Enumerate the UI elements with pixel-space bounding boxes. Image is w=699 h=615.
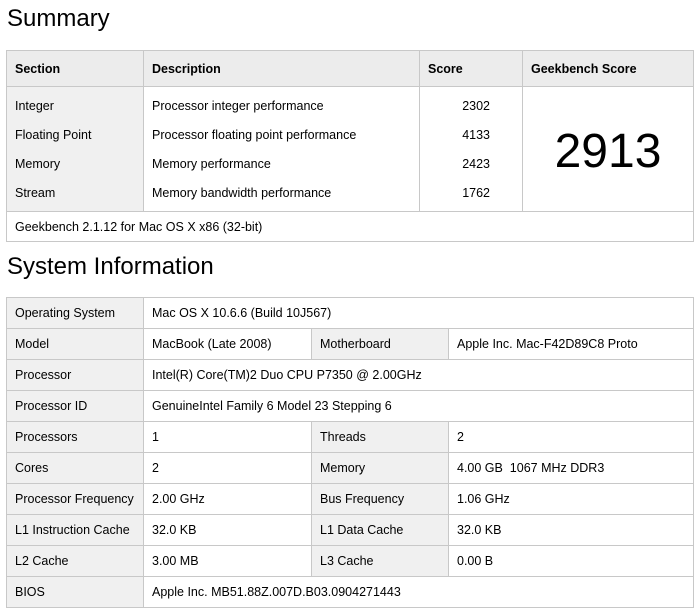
table-row: L1 Instruction Cache 32.0 KB L1 Data Cac… <box>6 514 695 546</box>
os-label: Operating System <box>6 297 144 329</box>
summary-heading: Summary <box>7 5 110 32</box>
bios-value: Apple Inc. MB51.88Z.007D.B03.0904271443 <box>142 576 695 608</box>
processor-label: Processor <box>6 359 144 391</box>
bios-label: BIOS <box>6 576 144 608</box>
table-row: BIOS Apple Inc. MB51.88Z.007D.B03.090427… <box>6 576 695 608</box>
score-column-header: Score <box>419 50 523 87</box>
os-value: Mac OS X 10.6.6 (Build 10J567) <box>142 297 695 329</box>
l2-cache-value: 3.00 MB <box>143 545 312 577</box>
l1-instruction-cache-value: 32.0 KB <box>143 514 312 546</box>
table-row: Model MacBook (Late 2008) Motherboard Ap… <box>6 328 695 360</box>
processors-label: Processors <box>6 421 144 453</box>
table-row: Processor ID GenuineIntel Family 6 Model… <box>6 390 695 422</box>
processor-frequency-label: Processor Frequency <box>6 483 144 515</box>
summary-header-row: Section Description Score Geekbench Scor… <box>6 50 694 87</box>
table-row: Processor Intel(R) Core(TM)2 Duo CPU P73… <box>6 359 695 391</box>
table-row: Processors 1 Threads 2 <box>6 421 695 453</box>
threads-value: 2 <box>447 421 695 453</box>
l1-data-cache-value: 32.0 KB <box>447 514 695 546</box>
l1-instruction-cache-label: L1 Instruction Cache <box>6 514 144 546</box>
cores-label: Cores <box>6 452 144 484</box>
processor-id-label: Processor ID <box>6 390 144 422</box>
bus-frequency-value: 1.06 GHz <box>447 483 695 515</box>
score-cell: 4133 <box>419 120 523 149</box>
memory-value: 4.00 GB 1067 MHz DDR3 <box>447 452 695 484</box>
system-information-heading: System Information <box>7 253 214 280</box>
score-cell: 1762 <box>419 178 523 212</box>
table-row: Operating System Mac OS X 10.6.6 (Build … <box>6 297 695 329</box>
description-cell: Memory bandwidth performance <box>143 178 420 212</box>
score-cell: 2423 <box>419 149 523 178</box>
table-row: Integer Processor integer performance 23… <box>6 86 694 212</box>
model-label: Model <box>6 328 144 360</box>
geekbench-version-note: Geekbench 2.1.12 for Mac OS X x86 (32-bi… <box>6 211 694 242</box>
section-cell: Floating Point <box>6 120 144 149</box>
table-row: L2 Cache 3.00 MB L3 Cache 0.00 B <box>6 545 695 577</box>
geekbench-score-column-header: Geekbench Score <box>522 50 694 87</box>
processors-value: 1 <box>143 421 312 453</box>
score-cell: 2302 <box>419 86 523 120</box>
system-information-table: Operating System Mac OS X 10.6.6 (Build … <box>6 297 695 608</box>
summary-footer-row: Geekbench 2.1.12 for Mac OS X x86 (32-bi… <box>6 211 694 242</box>
memory-label: Memory <box>311 452 449 484</box>
table-row: Processor Frequency 2.00 GHz Bus Frequen… <box>6 483 695 515</box>
section-column-header: Section <box>6 50 144 87</box>
table-row: Cores 2 Memory 4.00 GB 1067 MHz DDR3 <box>6 452 695 484</box>
cores-value: 2 <box>143 452 312 484</box>
section-cell: Integer <box>6 86 144 120</box>
processor-value: Intel(R) Core(TM)2 Duo CPU P7350 @ 2.00G… <box>142 359 695 391</box>
processor-id-value: GenuineIntel Family 6 Model 23 Stepping … <box>142 390 695 422</box>
bus-frequency-label: Bus Frequency <box>311 483 449 515</box>
processor-frequency-value: 2.00 GHz <box>143 483 312 515</box>
geekbench-score: 2913 <box>522 86 694 212</box>
summary-table: Section Description Score Geekbench Scor… <box>6 50 694 242</box>
model-value: MacBook (Late 2008) <box>143 328 312 360</box>
l1-data-cache-label: L1 Data Cache <box>311 514 449 546</box>
description-cell: Processor integer performance <box>143 86 420 120</box>
threads-label: Threads <box>311 421 449 453</box>
description-column-header: Description <box>143 50 420 87</box>
l2-cache-label: L2 Cache <box>6 545 144 577</box>
description-cell: Processor floating point performance <box>143 120 420 149</box>
motherboard-label: Motherboard <box>311 328 449 360</box>
description-cell: Memory performance <box>143 149 420 178</box>
section-cell: Stream <box>6 178 144 212</box>
l3-cache-label: L3 Cache <box>311 545 449 577</box>
motherboard-value: Apple Inc. Mac-F42D89C8 Proto <box>447 328 695 360</box>
section-cell: Memory <box>6 149 144 178</box>
l3-cache-value: 0.00 B <box>447 545 695 577</box>
